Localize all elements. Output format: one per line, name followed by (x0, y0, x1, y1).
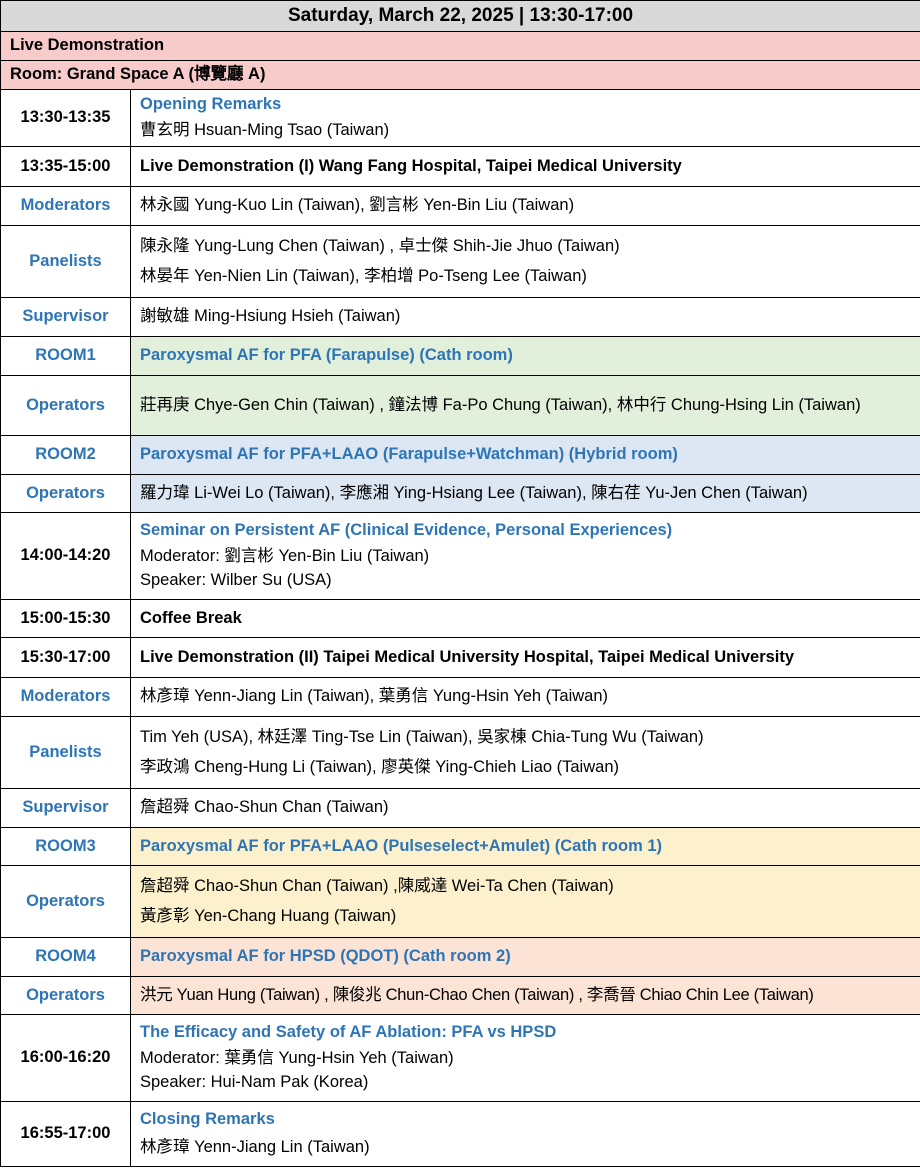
header-row: Saturday, March 22, 2025 | 13:30-17:00 (0, 0, 920, 32)
item-title: Live Demonstration (I) Wang Fang Hospita… (129, 146, 920, 187)
session-title: Live Demonstration (0, 31, 920, 61)
room-procedure: Paroxysmal AF for PFA+LAAO (Farapulse+Wa… (129, 435, 920, 475)
room-procedure: Paroxysmal AF for HPSD (QDOT) (Cath room… (129, 937, 920, 977)
content-cell: Seminar on Persistent AF (Clinical Evide… (129, 512, 920, 600)
row-live1-title: 13:35-15:00 Live Demonstration (I) Wang … (0, 146, 920, 187)
content-cell: Closing Remarks 林彥璋 Yenn-Jiang Lin (Taiw… (129, 1101, 920, 1167)
operators-list: 莊再庚 Chye-Gen Chin (Taiwan) , 鐘法博 Fa-Po C… (129, 375, 920, 436)
row-room2-operators: Operators 羅力瑋 Li-Wei Lo (Taiwan), 李應湘 Yi… (0, 474, 920, 513)
row-efficacy: 16:00-16:20 The Efficacy and Safety of A… (0, 1014, 920, 1102)
row-live1-supervisor: Supervisor 謝敏雄 Ming-Hsiung Hsieh (Taiwan… (0, 297, 920, 337)
row-live1-moderators: Moderators 林永國 Yung-Kuo Lin (Taiwan), 劉言… (0, 186, 920, 226)
item-title: Seminar on Persistent AF (Clinical Evide… (140, 521, 673, 540)
panelists-line: Tim Yeh (USA), 林廷澤 Ting-Tse Lin (Taiwan)… (140, 727, 704, 746)
operators-list: 羅力瑋 Li-Wei Lo (Taiwan), 李應湘 Ying-Hsiang … (129, 474, 920, 513)
moderators-list: 林永國 Yung-Kuo Lin (Taiwan), 劉言彬 Yen-Bin L… (129, 186, 920, 226)
speaker-line: 曹玄明 Hsuan-Ming Tsao (Taiwan) (140, 121, 390, 139)
operators-line: 黃彥彰 Yen-Chang Huang (Taiwan) (140, 906, 397, 925)
time-cell: 13:35-15:00 (0, 146, 131, 187)
supervisor-name: 詹超舜 Chao-Shun Chan (Taiwan) (129, 788, 920, 828)
item-title: Opening Remarks (140, 95, 282, 114)
panelists-list: 陳永隆 Yung-Lung Chen (Taiwan) , 卓士傑 Shih-J… (129, 225, 920, 298)
item-title: Closing Remarks (140, 1110, 275, 1129)
schedule-table: Saturday, March 22, 2025 | 13:30-17:00 L… (0, 0, 920, 1167)
item-title: Coffee Break (129, 599, 920, 638)
room-label: ROOM4 (0, 937, 131, 977)
time-cell: 16:00-16:20 (0, 1014, 131, 1102)
row-coffee: 15:00-15:30 Coffee Break (0, 599, 920, 638)
role-label: Moderators (0, 186, 131, 226)
time-cell: 14:00-14:20 (0, 512, 131, 600)
row-room4: ROOM4 Paroxysmal AF for HPSD (QDOT) (Cat… (0, 937, 920, 977)
item-title: The Efficacy and Safety of AF Ablation: … (140, 1023, 557, 1042)
room-procedure: Paroxysmal AF for PFA+LAAO (Pulseselect+… (129, 827, 920, 866)
row-opening: 13:30-13:35 Opening Remarks 曹玄明 Hsuan-Mi… (0, 89, 920, 147)
time-cell: 16:55-17:00 (0, 1101, 131, 1167)
role-label: Panelists (0, 716, 131, 789)
session-title-row: Live Demonstration (0, 31, 920, 61)
row-live2-supervisor: Supervisor 詹超舜 Chao-Shun Chan (Taiwan) (0, 788, 920, 828)
role-label: Operators (0, 375, 131, 436)
operators-list: 洪元 Yuan Hung (Taiwan) , 陳俊兆 Chun-Chao Ch… (129, 976, 920, 1015)
room-procedure: Paroxysmal AF for PFA (Farapulse) (Cath … (129, 336, 920, 376)
row-closing: 16:55-17:00 Closing Remarks 林彥璋 Yenn-Jia… (0, 1101, 920, 1167)
row-live2-title: 15:30-17:00 Live Demonstration (II) Taip… (0, 637, 920, 678)
time-cell: 15:30-17:00 (0, 637, 131, 678)
moderator-line: Moderator: 劉言彬 Yen-Bin Liu (Taiwan) (140, 547, 430, 566)
row-seminar: 14:00-14:20 Seminar on Persistent AF (Cl… (0, 512, 920, 600)
room-label: ROOM3 (0, 827, 131, 866)
panelists-line: 陳永隆 Yung-Lung Chen (Taiwan) , 卓士傑 Shih-J… (140, 236, 620, 255)
speaker-line: Speaker: Hui-Nam Pak (Korea) (140, 1072, 369, 1091)
time-cell: 15:00-15:30 (0, 599, 131, 638)
date-header: Saturday, March 22, 2025 | 13:30-17:00 (0, 0, 920, 32)
row-live1-panelists: Panelists 陳永隆 Yung-Lung Chen (Taiwan) , … (0, 225, 920, 298)
content-cell: The Efficacy and Safety of AF Ablation: … (129, 1014, 920, 1102)
speaker-line: Speaker: Wilber Su (USA) (140, 570, 332, 589)
row-live2-panelists: Panelists Tim Yeh (USA), 林廷澤 Ting-Tse Li… (0, 716, 920, 789)
row-live2-moderators: Moderators 林彥璋 Yenn-Jiang Lin (Taiwan), … (0, 677, 920, 717)
content-cell: Opening Remarks 曹玄明 Hsuan-Ming Tsao (Tai… (129, 89, 920, 147)
panelists-line: 林晏年 Yen-Nien Lin (Taiwan), 李柏增 Po-Tseng … (140, 266, 587, 285)
room-label: ROOM2 (0, 435, 131, 475)
role-label: Supervisor (0, 297, 131, 337)
operators-list: 詹超舜 Chao-Shun Chan (Taiwan) ,陳威達 Wei-Ta … (129, 865, 920, 938)
row-room1-operators: Operators 莊再庚 Chye-Gen Chin (Taiwan) , 鐘… (0, 375, 920, 436)
role-label: Moderators (0, 677, 131, 717)
panelists-list: Tim Yeh (USA), 林廷澤 Ting-Tse Lin (Taiwan)… (129, 716, 920, 789)
session-room: Room: Grand Space A (博覽廳 A) (0, 60, 920, 90)
row-room3: ROOM3 Paroxysmal AF for PFA+LAAO (Pulses… (0, 827, 920, 866)
speaker-line: 林彥璋 Yenn-Jiang Lin (Taiwan) (140, 1138, 370, 1156)
row-room3-operators: Operators 詹超舜 Chao-Shun Chan (Taiwan) ,陳… (0, 865, 920, 938)
role-label: Panelists (0, 225, 131, 298)
operators-line: 詹超舜 Chao-Shun Chan (Taiwan) ,陳威達 Wei-Ta … (140, 876, 614, 895)
moderators-list: 林彥璋 Yenn-Jiang Lin (Taiwan), 葉勇信 Yung-Hs… (129, 677, 920, 717)
role-label: Operators (0, 976, 131, 1015)
panelists-line: 李政鴻 Cheng-Hung Li (Taiwan), 廖英傑 Ying-Chi… (140, 757, 619, 776)
moderator-line: Moderator: 葉勇信 Yung-Hsin Yeh (Taiwan) (140, 1049, 454, 1068)
time-cell: 13:30-13:35 (0, 89, 131, 147)
room-label: ROOM1 (0, 336, 131, 376)
session-room-row: Room: Grand Space A (博覽廳 A) (0, 60, 920, 90)
row-room4-operators: Operators 洪元 Yuan Hung (Taiwan) , 陳俊兆 Ch… (0, 976, 920, 1015)
role-label: Operators (0, 474, 131, 513)
row-room2: ROOM2 Paroxysmal AF for PFA+LAAO (Farapu… (0, 435, 920, 475)
item-title: Live Demonstration (II) Taipei Medical U… (129, 637, 920, 678)
row-room1: ROOM1 Paroxysmal AF for PFA (Farapulse) … (0, 336, 920, 376)
supervisor-name: 謝敏雄 Ming-Hsiung Hsieh (Taiwan) (129, 297, 920, 337)
role-label: Supervisor (0, 788, 131, 828)
role-label: Operators (0, 865, 131, 938)
